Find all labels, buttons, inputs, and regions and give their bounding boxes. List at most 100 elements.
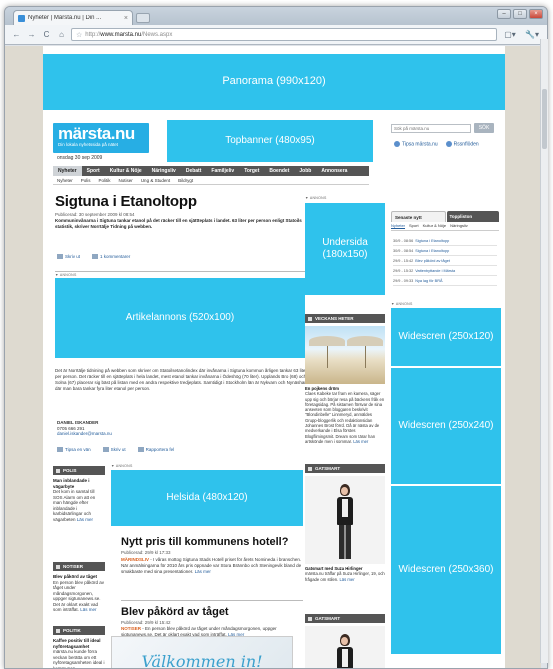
subnav-item[interactable]: Polis bbox=[77, 178, 95, 183]
page-viewport: Panorama (990x120) märsta.nu Din lokala … bbox=[5, 46, 541, 668]
tips-icon bbox=[394, 141, 400, 147]
new-tab-button[interactable] bbox=[136, 13, 150, 23]
maximize-button[interactable]: □ bbox=[513, 9, 527, 19]
search-button[interactable]: SÖK bbox=[474, 123, 494, 133]
list-item[interactable]: 30/9 - 08:54 Sigtuna i Etanoltopp bbox=[393, 246, 497, 256]
widescreen-ad-2[interactable]: Widescren (250x240) bbox=[391, 368, 501, 484]
list-item[interactable]: 29/9 - 09:33 Nya lag för BRÅ bbox=[393, 276, 497, 286]
read-more-link[interactable]: Läs mer bbox=[195, 569, 211, 574]
notiser-box-header: NOTISER bbox=[53, 562, 105, 571]
tab-close-icon[interactable]: × bbox=[124, 15, 128, 22]
widescreen-ad-1[interactable]: Widescren (250x120) bbox=[391, 308, 501, 366]
subnav-item[interactable]: Nyheter bbox=[53, 178, 77, 183]
search-input[interactable]: Sök på märsta.nu bbox=[391, 124, 471, 133]
nav-item[interactable]: Näringsliv bbox=[147, 168, 181, 174]
subnav-item[interactable]: Politik bbox=[95, 178, 115, 183]
site-logo[interactable]: märsta.nu Din lokala nyhetssida på nätet bbox=[53, 123, 149, 153]
panorama-ad[interactable]: Panorama (990x120) bbox=[43, 54, 505, 110]
vertical-scrollbar[interactable] bbox=[540, 39, 548, 663]
beach-photo[interactable] bbox=[305, 326, 385, 384]
tab-latest[interactable]: Senaste nytt bbox=[391, 211, 446, 222]
news-body: MÄRINDSLIV - I våras mottog Sigtuna Stad… bbox=[121, 557, 303, 575]
subnav-item[interactable]: Bildrygt bbox=[174, 178, 197, 183]
read-more-link[interactable]: Läs mer bbox=[77, 517, 93, 522]
politik-title[interactable]: Kaffve positiv till ideal nyföretagsamhe… bbox=[53, 638, 105, 649]
list-item[interactable]: 29/9 - 15:42 Blev påkörd av tåget bbox=[393, 256, 497, 266]
polis-title[interactable]: Man inblandade i vägarbyte bbox=[53, 478, 105, 489]
rss-link[interactable]: Rssnflöden bbox=[445, 141, 479, 147]
forward-button[interactable]: → bbox=[26, 29, 37, 40]
nav-item[interactable]: Jobb bbox=[294, 168, 316, 174]
tab-toplist[interactable]: Toppliston bbox=[446, 211, 499, 222]
reload-button[interactable]: C bbox=[41, 29, 52, 40]
ad-label: ▼ ANNONS bbox=[55, 273, 77, 277]
caption-title[interactable]: En pojkens dröm bbox=[305, 386, 339, 391]
panel-subtab[interactable]: Sport bbox=[409, 223, 419, 228]
page-menu-button[interactable]: ▢▾ bbox=[501, 29, 519, 40]
nav-item[interactable]: Annonsera bbox=[316, 168, 352, 174]
panel-subtab[interactable]: Kultur & Nöje bbox=[423, 223, 447, 228]
browser-tab[interactable]: Nyheter | Märsta.nu | Din ... × bbox=[13, 10, 133, 25]
nav-item[interactable]: Kultur & Nöje bbox=[105, 168, 147, 174]
news-text: - I våras mottog Sigtuna Stads Hotell pr… bbox=[121, 557, 302, 574]
close-window-button[interactable]: × bbox=[529, 9, 543, 19]
nav-item[interactable]: Boendet bbox=[264, 168, 294, 174]
comments-link[interactable]: 1 kommentarer bbox=[92, 254, 130, 260]
read-more-link[interactable]: Läs mer bbox=[339, 577, 354, 582]
print-link[interactable]: Skriv ut bbox=[57, 254, 80, 260]
ad-label: ▼ ANNONS bbox=[111, 464, 133, 468]
nav-item[interactable]: Sport bbox=[82, 168, 105, 174]
polis-item: Man inblandade i vägarbyte Det kom in sa… bbox=[53, 478, 105, 522]
news-place: NOTISER bbox=[121, 626, 142, 631]
veckans-caption: En pojkens dröm Claes Kabeke tar fram en… bbox=[305, 386, 385, 444]
bookmark-star-icon[interactable]: ☆ bbox=[76, 31, 82, 39]
list-item[interactable]: 29/9 - 15:32 Vattenbyttande i Märsta bbox=[393, 266, 497, 276]
print-link-bottom[interactable]: Skriv ut bbox=[102, 447, 126, 453]
read-more-link[interactable]: Läs mer bbox=[353, 439, 368, 444]
street-style-photo-2[interactable] bbox=[305, 626, 385, 668]
list-item[interactable]: 30/9 - 08:56 Sigtuna i Etanoltopp bbox=[393, 236, 497, 246]
read-more-link[interactable]: Läs mer bbox=[80, 607, 96, 612]
sub-nav: Nyheter Polis Politik Notiser Ung & Stud… bbox=[53, 176, 369, 185]
minimize-button[interactable]: – bbox=[497, 9, 511, 19]
nav-item[interactable]: Debatt bbox=[181, 168, 207, 174]
mail-icon bbox=[57, 447, 63, 453]
helsida-ad[interactable]: Helsida (480x120) bbox=[111, 470, 303, 526]
latest-news-list: 30/9 - 08:56 Sigtuna i Etanoltopp 30/9 - … bbox=[393, 236, 497, 286]
article-ad[interactable]: Artikelannons (520x100) bbox=[55, 278, 305, 358]
panel-subtab[interactable]: Näringsliv bbox=[450, 223, 468, 228]
author-email[interactable]: daniel.iskander@marsta.nu bbox=[57, 431, 112, 436]
news-title[interactable]: Nytt pris till kommunens hotell? bbox=[121, 536, 288, 548]
ad-label: ▼ ANNONS bbox=[305, 196, 327, 200]
widescreen-ad-3[interactable]: Widescren (250x360) bbox=[391, 486, 501, 654]
scrollbar-thumb[interactable] bbox=[542, 89, 547, 149]
subnav-item[interactable]: Ung & Student bbox=[137, 178, 174, 183]
nav-item[interactable]: Torget bbox=[239, 168, 264, 174]
gatsmart-caption: Gatsmart med Suza Hirlinger märsta.nu tr… bbox=[305, 566, 385, 582]
nav-item[interactable]: Nyheter bbox=[53, 166, 82, 176]
article-title: Sigtuna i Etanoltopp bbox=[55, 193, 197, 210]
print-icon bbox=[57, 254, 63, 260]
back-button[interactable]: ← bbox=[11, 29, 22, 40]
tools-menu-button[interactable]: 🔧▾ bbox=[523, 29, 541, 40]
window-controls: – □ × bbox=[497, 9, 543, 19]
street-style-photo[interactable] bbox=[305, 476, 385, 564]
article-footer-links: Tipsa en vän Skriv ut Rapportera fel bbox=[57, 447, 174, 453]
tips-link[interactable]: Tipsa märsta.nu bbox=[394, 141, 438, 147]
topbanner-ad[interactable]: Topbanner (480x95) bbox=[167, 120, 373, 162]
panel-subtab[interactable]: Nyheter bbox=[391, 223, 405, 228]
undersida-ad[interactable]: Undersida (180x150) bbox=[305, 203, 385, 295]
nav-item[interactable]: Familjeliv bbox=[206, 168, 239, 174]
address-bar[interactable]: ☆ http://www.marsta.nu/News.aspx bbox=[71, 28, 497, 41]
welcome-banner[interactable]: Välkommen in! bbox=[111, 636, 293, 668]
news-title[interactable]: Blev påkörd av tåget bbox=[121, 606, 229, 618]
author-phone: 0705 666 291 bbox=[57, 425, 85, 431]
header-links: Tipsa märsta.nu Rssnflöden bbox=[394, 141, 479, 147]
tip-friend-link[interactable]: Tipsa en vän bbox=[57, 447, 91, 453]
subnav-item[interactable]: Notiser bbox=[115, 178, 137, 183]
home-button[interactable]: ⌂ bbox=[56, 29, 67, 40]
caption-title[interactable]: Gatsmart med Suza Hirlinger bbox=[305, 566, 362, 571]
report-error-link[interactable]: Rapportera fel bbox=[137, 447, 174, 453]
article-author: DANIEL ISKANDER 0705 666 291 daniel.iska… bbox=[57, 420, 112, 437]
browser-window: Nyheter | Märsta.nu | Din ... × – □ × ← … bbox=[4, 6, 548, 669]
